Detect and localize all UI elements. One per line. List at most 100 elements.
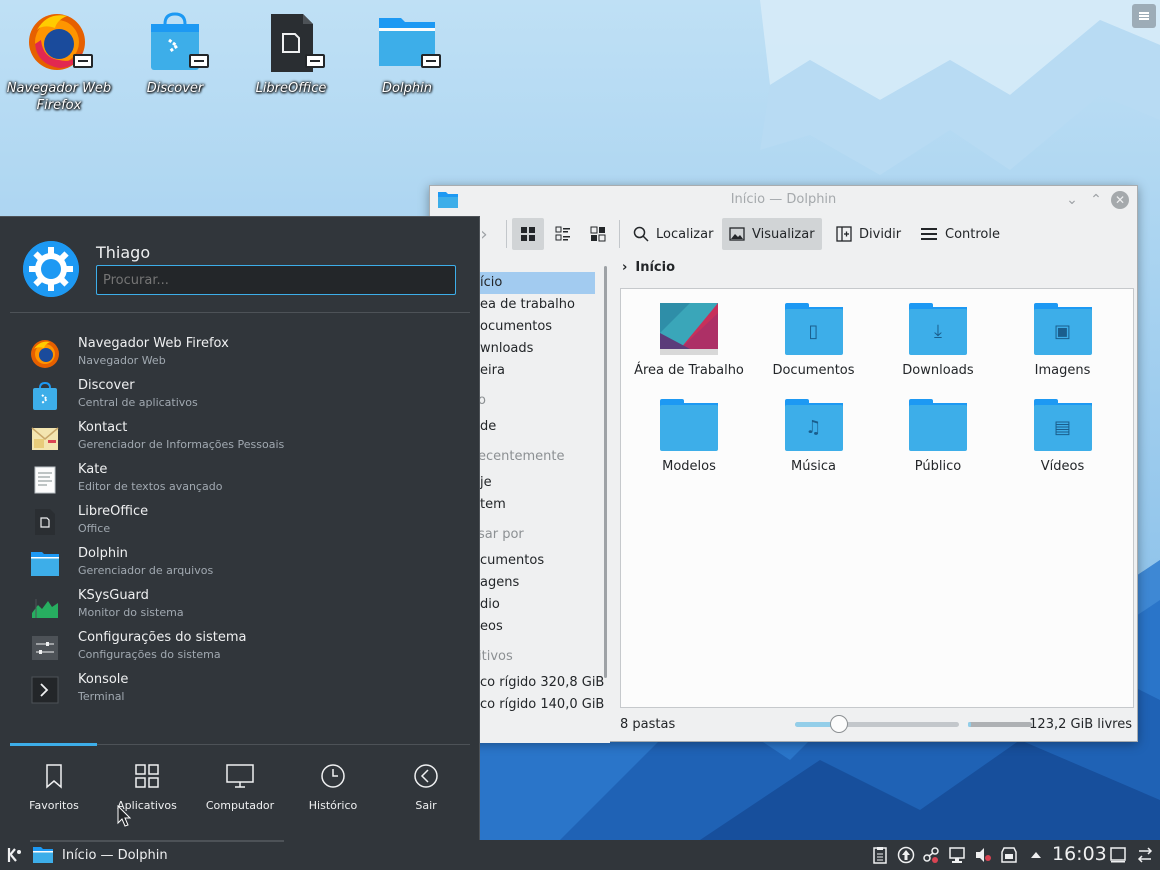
window-titlebar[interactable]: Início — Dolphin ⌄ ⌃ ✕ [430,186,1137,214]
details-view-icon [590,226,606,242]
zoom-slider-handle[interactable] [830,715,849,733]
desktop-icon-label: Navegador Web Firefox [6,81,112,113]
close-button[interactable]: ✕ [1111,191,1129,209]
public-folder-icon [909,399,967,451]
places-scrollbar[interactable] [604,266,607,678]
launcher-tab-aplicativos[interactable]: Aplicativos [101,761,193,812]
clipboard-icon[interactable] [871,846,889,864]
avatar[interactable] [23,241,79,297]
kde-logo-icon [7,848,21,862]
details-view-button[interactable] [582,218,614,250]
app-name: Konsole [78,672,129,687]
launcher-app-item[interactable]: Konsole Terminal [10,669,470,711]
launcher-app-item[interactable]: Configurações do sistema Configurações do… [10,627,470,669]
launcher-tab-sair[interactable]: Sair [380,761,472,812]
clock-icon [287,761,379,791]
folder-item[interactable]: Público [876,399,1000,474]
tab-label: Computador [205,799,275,812]
app-description: Terminal [78,690,125,703]
app-description: Gerenciador de arquivos [78,564,214,577]
zoom-slider[interactable] [795,715,959,733]
panel-settings-icon[interactable] [1136,846,1154,864]
folder-label: Downloads [902,363,974,378]
folder-label: Público [914,459,962,474]
kde-connect-icon[interactable] [922,846,940,864]
folder-item[interactable]: Área de Trabalho [627,303,751,378]
folder-label: Documentos [772,363,855,378]
application-launcher: Thiago Navegador Web FirefoxNavegador We… [0,216,480,840]
libreoffice-icon [259,10,325,74]
compact-view-button[interactable] [547,218,579,250]
leave-icon [380,761,472,791]
kontact-icon [30,423,60,453]
app-name: Configurações do sistema [78,630,247,645]
search-input[interactable] [96,265,456,295]
expand-tray-icon[interactable] [1027,846,1045,864]
preview-label: Visualizar [752,226,815,242]
window-title: Início — Dolphin [730,192,837,207]
folder-item[interactable]: ♫ Música [752,399,876,474]
launcher-app-item[interactable]: Kate Editor de textos avançado [10,459,470,501]
launcher-tab-historico[interactable]: Histórico [287,761,379,812]
dolphin-window: Início — Dolphin ⌄ ⌃ ✕ › Localizar Visua… [429,185,1138,743]
kde-launcher-button[interactable] [6,846,24,868]
app-description: Monitor do sistema [78,606,184,619]
network-icon[interactable] [948,846,966,864]
konsole-icon [30,675,60,705]
desktop-icon-libreoffice[interactable]: LibreOffice [236,10,346,97]
launcher-app-item[interactable]: Discover Central de aplicativos [10,375,470,417]
task-dolphin[interactable]: Início — Dolphin [32,840,168,870]
preview-button[interactable]: Visualizar [722,218,822,250]
desktop-folder-icon [660,303,718,355]
breadcrumb[interactable]: › Início [622,260,675,275]
device-notifier-icon[interactable] [1000,846,1018,864]
folder-label: Modelos [662,459,716,474]
find-label: Localizar [656,226,714,242]
launcher-app-item[interactable]: Dolphin Gerenciador de arquivos [10,543,470,585]
app-description: Configurações do sistema [78,648,221,661]
active-tab-indicator [10,743,97,746]
kate-icon [30,465,60,495]
icons-view-button[interactable] [512,218,544,250]
free-space-bar [968,722,1032,727]
desktop-icon-discover[interactable]: Discover [120,10,230,97]
launcher-tab-computador[interactable]: Computador [194,761,286,812]
desktop-icon-firefox[interactable]: Navegador Web Firefox [4,10,114,114]
free-space-label: 123,2 GiB livres [1029,717,1132,732]
show-desktop-icon[interactable] [1109,846,1127,864]
folder-item[interactable]: Modelos [627,399,751,474]
folder-item[interactable]: ▤ Vídeos [1001,399,1125,474]
split-button[interactable]: Dividir [829,218,908,250]
maximize-button[interactable]: ⌃ [1087,191,1105,209]
pictures-folder-icon: ▣ [1033,303,1092,355]
discover-icon [30,381,60,411]
folder-label: Área de Trabalho [634,363,744,378]
find-button[interactable]: Localizar [626,218,720,250]
update-notifier-icon[interactable] [897,846,915,864]
dolphin-folder-icon [33,847,53,863]
folder-item[interactable]: ▯ Documentos [752,303,876,378]
divider [10,312,470,313]
desktop-toolbox-button[interactable] [1132,4,1156,28]
launcher-app-item[interactable]: Navegador Web Firefox Navegador Web [10,333,470,375]
folder-label: Imagens [1034,363,1091,378]
app-name: Navegador Web Firefox [78,336,229,351]
clock[interactable]: 16:03 [1052,843,1107,865]
launcher-app-item[interactable]: LibreOffice Office [10,501,470,543]
launcher-app-item[interactable]: KSysGuard Monitor do sistema [10,585,470,627]
minimize-button[interactable]: ⌄ [1063,191,1081,209]
libreoffice-icon [30,507,60,537]
desktop-icon-dolphin[interactable]: Dolphin [352,10,462,97]
breadcrumb-item[interactable]: Início [635,260,675,275]
launcher-app-item[interactable]: Kontact Gerenciador de Informações Pessoa… [10,417,470,459]
status-bar: 8 pastas 123,2 GiB livres [620,714,1134,738]
tab-label: Sair [415,799,437,812]
control-menu-button[interactable]: Controle [913,218,1007,250]
file-view[interactable]: Área de Trabalho ▯ Documentos ⤓ Downloads ▣ Im… [620,288,1134,708]
volume-muted-icon[interactable] [974,846,992,864]
folder-item[interactable]: ▣ Imagens [1001,303,1125,378]
split-view-icon [836,226,852,242]
taskbar-panel: Início — Dolphin 16:03 [0,840,1160,870]
launcher-tab-favoritos[interactable]: Favoritos [8,761,100,812]
folder-item[interactable]: ⤓ Downloads [876,303,1000,378]
